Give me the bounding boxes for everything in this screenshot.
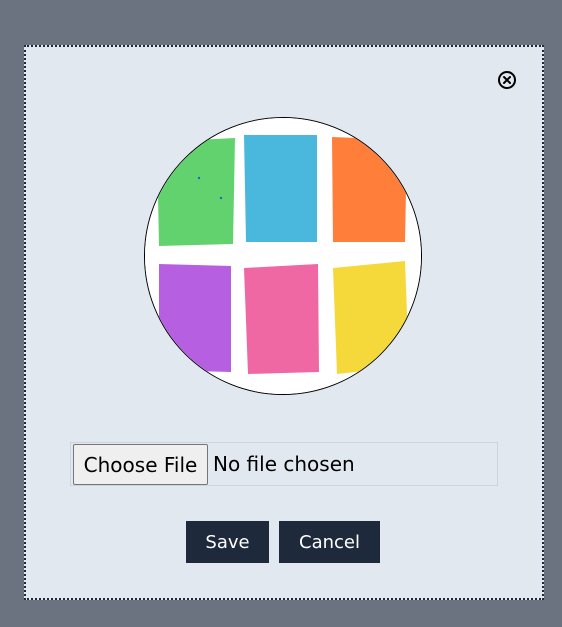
cancel-button[interactable]: Cancel <box>279 521 380 563</box>
sticky-notes-image <box>145 118 421 394</box>
upload-modal: Choose File No file chosen Save Cancel <box>24 45 544 600</box>
file-status-text: No file chosen <box>213 452 355 476</box>
sticky-note <box>159 264 231 372</box>
choose-file-button[interactable]: Choose File <box>73 444 208 485</box>
close-icon[interactable] <box>498 71 516 89</box>
file-input[interactable]: Choose File No file chosen <box>70 442 498 486</box>
sticky-note <box>244 135 317 242</box>
sticky-note <box>333 261 409 374</box>
sticky-note <box>332 137 407 242</box>
save-button[interactable]: Save <box>186 521 269 563</box>
avatar-preview <box>144 117 422 395</box>
sticky-note <box>157 138 235 246</box>
sticky-note <box>244 264 319 374</box>
